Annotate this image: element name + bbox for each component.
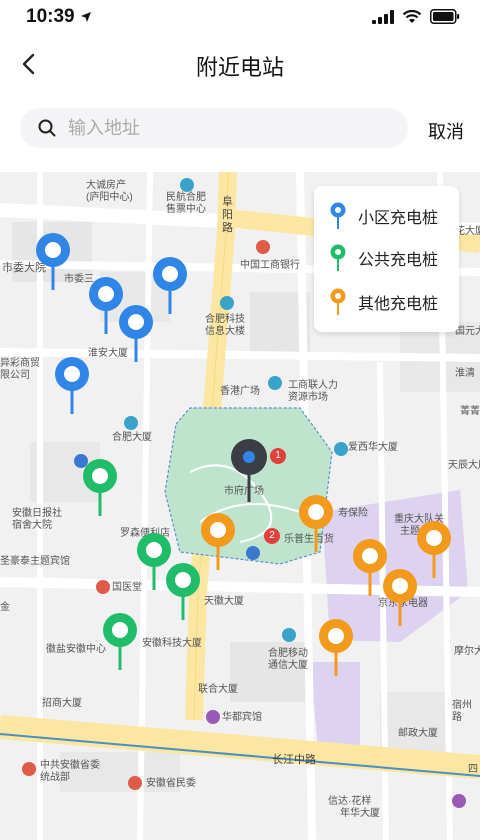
public-charger-pin[interactable] [102, 612, 138, 672]
other-charger-pin[interactable] [200, 512, 236, 572]
community-charger-pin[interactable] [152, 256, 188, 316]
marker-1-icon: 1 [270, 448, 286, 464]
poi-icon [268, 376, 282, 390]
poi-icon [334, 442, 348, 456]
map-label: 异彩商贸 [0, 358, 40, 369]
legend-label: 其他充电桩 [358, 296, 439, 313]
map-label: 年华大厦 [340, 808, 380, 819]
map-label: 安徽省民委 [146, 778, 196, 789]
cancel-button[interactable]: 取消 [428, 118, 464, 144]
map-label: 联合大厦 [198, 684, 238, 695]
community-pin-icon [330, 202, 346, 229]
marker-2-icon: 2 [264, 528, 280, 544]
map-label: 摩尔大 [454, 646, 480, 657]
charger-type-legend: 小区充电桩 公共充电桩 其他充电桩 [314, 186, 459, 332]
poi-icon [180, 178, 194, 192]
status-icons [372, 9, 460, 29]
poi-icon [282, 628, 296, 642]
community-charger-pin[interactable] [35, 232, 71, 292]
wifi-icon [402, 9, 422, 29]
map-label: 中国工商银行 [240, 260, 300, 271]
other-pin-icon [330, 288, 346, 315]
public-pin-icon [330, 244, 346, 271]
map-label: 中共安徽省委 [40, 760, 100, 771]
poi-icon [452, 794, 466, 808]
map-label: 限公司 [0, 370, 30, 381]
map-label: 统战部 [40, 772, 70, 783]
map-label: 淮清 [455, 368, 475, 379]
community-charger-pin[interactable] [118, 304, 154, 364]
legend-label: 公共充电桩 [358, 252, 439, 269]
map-label: 民航合肥 [166, 192, 206, 203]
search-icon [38, 119, 56, 137]
public-charger-pin[interactable] [82, 458, 118, 518]
map-label: 菁菁 [460, 406, 480, 417]
legend-item-public[interactable]: 公共充电桩 [330, 244, 438, 272]
poi-icon [124, 416, 138, 430]
legend-item-other[interactable]: 其他充电桩 [330, 288, 438, 316]
status-bar: 10:39 [0, 0, 480, 36]
map-label: 金 [0, 602, 10, 613]
map-label: 华都宾馆 [222, 712, 262, 723]
map-label: (庐阳中心) [86, 192, 133, 203]
parking-icon [246, 546, 260, 560]
map-label: 信达·花样 [328, 796, 372, 807]
legend-item-community[interactable]: 小区充电桩 [330, 202, 438, 230]
poi-icon [128, 776, 142, 790]
road-label: 长江中路 [272, 754, 316, 766]
map-label: 安徽日报社 [12, 508, 62, 519]
map-label: 香港广场 [220, 386, 260, 397]
map-label: 大诚房产 [86, 180, 126, 191]
bank-poi-icon [256, 240, 270, 254]
search-box[interactable] [20, 108, 408, 148]
hospital-poi-icon [96, 580, 110, 594]
map-label: 圣豪泰主题宾馆 [0, 556, 70, 567]
poi-icon [220, 296, 234, 310]
status-time: 10:39 [26, 6, 75, 27]
map-label: 合肥移动 [268, 648, 308, 659]
map-label: 路 [452, 712, 462, 723]
other-charger-pin[interactable] [298, 494, 334, 554]
map-label: 合肥大厦 [112, 432, 152, 443]
map-label: 工商联人力 [288, 380, 338, 391]
other-charger-pin[interactable] [318, 618, 354, 678]
hotel-poi-icon [206, 710, 220, 724]
map-label: 信息大楼 [205, 326, 245, 337]
map-label: 邮政大厦 [398, 728, 438, 739]
map-label: 售票中心 [166, 204, 206, 215]
map-label: 招商大厦 [42, 698, 82, 709]
map-label: 爱西华大厦 [348, 442, 398, 453]
signal-icon [372, 9, 394, 29]
navigation-bar: 附近电站 [0, 36, 480, 92]
map-label: 天辰大厦 [448, 460, 480, 471]
road-label: 阜阳路 [222, 196, 233, 234]
other-charger-pin[interactable] [382, 568, 418, 628]
other-charger-pin[interactable] [416, 520, 452, 580]
community-charger-pin[interactable] [54, 356, 90, 416]
page-title: 附近电站 [195, 55, 284, 80]
address-search-input[interactable] [68, 117, 368, 139]
map-label: 徽盐安徽中心 [46, 644, 106, 655]
location-arrow-icon [80, 10, 92, 28]
public-charger-pin[interactable] [165, 562, 201, 622]
map-label: 四 [468, 764, 478, 775]
battery-icon [430, 9, 460, 29]
search-row: 取消 [0, 98, 480, 158]
map-label: 国元大 [455, 326, 480, 337]
map-label: 合肥科技 [205, 314, 245, 325]
map-label: 通信大厦 [268, 660, 308, 671]
poi-icon [22, 762, 36, 776]
map-label: 宿州 [452, 700, 472, 711]
map-label: 资源市场 [288, 392, 328, 403]
map-label: 安徽科技大厦 [142, 638, 202, 649]
map-label: 寿保险 [338, 508, 368, 519]
map-label: 天徽大厦 [204, 596, 244, 607]
current-location-pin[interactable] [230, 438, 268, 504]
legend-label: 小区充电桩 [358, 210, 439, 227]
map-label: 宿舍大院 [12, 520, 52, 531]
